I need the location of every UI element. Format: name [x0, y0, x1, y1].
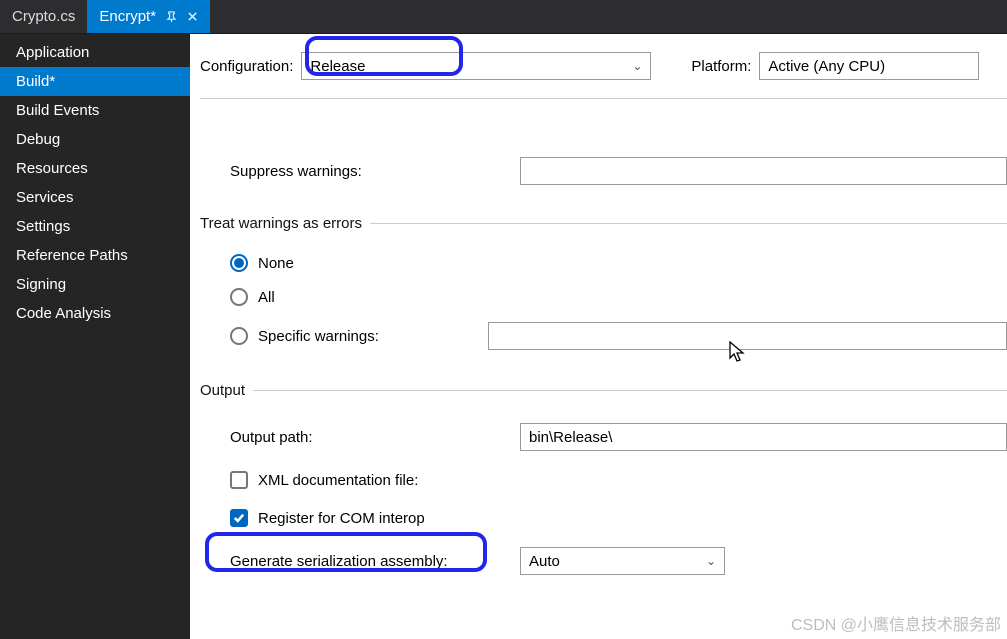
sidebar-item-label: Application — [16, 44, 89, 61]
sidebar-item-signing[interactable]: Signing — [0, 270, 190, 299]
com-interop-label: Register for COM interop — [258, 510, 425, 527]
serialization-label: Generate serialization assembly: — [230, 553, 520, 570]
config-platform-row: Configuration: Release ⌄ Platform: Activ… — [200, 52, 1007, 99]
configuration-label: Configuration: — [200, 58, 293, 75]
radio-row-none[interactable]: None — [230, 246, 1007, 280]
xml-doc-row[interactable]: XML documentation file: — [230, 457, 1007, 497]
output-group: Output — [200, 382, 1007, 399]
platform-value: Active (Any CPU) — [768, 58, 885, 75]
output-path-input[interactable] — [520, 423, 1007, 451]
group-title: Treat warnings as errors — [200, 215, 370, 232]
watermark-text: CSDN @小鹰信息技术服务部 — [791, 611, 1001, 635]
sidebar-item-label: Services — [16, 189, 74, 206]
sidebar-item-label: Code Analysis — [16, 305, 111, 322]
xml-doc-label: XML documentation file: — [258, 472, 418, 489]
tab-encrypt[interactable]: Encrypt* — [87, 0, 210, 33]
specific-warnings-input[interactable] — [488, 322, 1007, 350]
sidebar-item-label: Settings — [16, 218, 70, 235]
close-icon[interactable] — [187, 11, 198, 22]
suppress-warnings-input[interactable] — [520, 157, 1007, 185]
sidebar-item-build[interactable]: Build* — [0, 67, 190, 96]
chevron-down-icon: ⌄ — [706, 554, 716, 568]
platform-select[interactable]: Active (Any CPU) — [759, 52, 979, 80]
tab-label: Crypto.cs — [12, 8, 75, 25]
sidebar-item-build-events[interactable]: Build Events — [0, 96, 190, 125]
sidebar-item-services[interactable]: Services — [0, 183, 190, 212]
output-path-label: Output path: — [230, 429, 520, 446]
sidebar-item-resources[interactable]: Resources — [0, 154, 190, 183]
group-title: Output — [200, 382, 253, 399]
sidebar-item-label: Build Events — [16, 102, 99, 119]
group-divider — [253, 390, 1007, 391]
sidebar-item-label: Resources — [16, 160, 88, 177]
serialization-value: Auto — [529, 553, 560, 570]
tab-crypto-cs[interactable]: Crypto.cs — [0, 0, 87, 33]
property-page-sidebar: Application Build* Build Events Debug Re… — [0, 34, 190, 639]
suppress-warnings-label: Suppress warnings: — [230, 163, 520, 180]
sidebar-item-label: Build* — [16, 73, 55, 90]
radio-none[interactable] — [230, 254, 248, 272]
configuration-value: Release — [310, 58, 365, 75]
sidebar-item-code-analysis[interactable]: Code Analysis — [0, 299, 190, 328]
radio-row-all[interactable]: All — [230, 280, 1007, 314]
chevron-down-icon: ⌄ — [632, 59, 642, 73]
radio-label: Specific warnings: — [258, 328, 478, 345]
sidebar-item-label: Reference Paths — [16, 247, 128, 264]
radio-specific[interactable] — [230, 327, 248, 345]
suppress-warnings-row: Suppress warnings: — [230, 151, 1007, 191]
serialization-row: Generate serialization assembly: Auto ⌄ — [230, 535, 1007, 581]
build-settings-page: Configuration: Release ⌄ Platform: Activ… — [190, 34, 1007, 639]
sidebar-item-debug[interactable]: Debug — [0, 125, 190, 154]
configuration-select[interactable]: Release ⌄ — [301, 52, 651, 80]
radio-label: All — [258, 289, 275, 306]
group-divider — [370, 223, 1007, 224]
radio-all[interactable] — [230, 288, 248, 306]
serialization-select[interactable]: Auto ⌄ — [520, 547, 725, 575]
sidebar-item-reference-paths[interactable]: Reference Paths — [0, 241, 190, 270]
sidebar-item-label: Signing — [16, 276, 66, 293]
radio-row-specific[interactable]: Specific warnings: — [230, 314, 1007, 358]
com-interop-checkbox[interactable] — [230, 509, 248, 527]
sidebar-item-application[interactable]: Application — [0, 34, 190, 67]
radio-label: None — [258, 255, 294, 272]
pin-icon[interactable] — [166, 11, 177, 22]
com-interop-row[interactable]: Register for COM interop — [230, 497, 1007, 535]
output-path-row: Output path: — [230, 417, 1007, 457]
treat-warnings-group: Treat warnings as errors — [200, 215, 1007, 232]
platform-label: Platform: — [691, 58, 751, 75]
sidebar-item-label: Debug — [16, 131, 60, 148]
sidebar-item-settings[interactable]: Settings — [0, 212, 190, 241]
xml-doc-checkbox[interactable] — [230, 471, 248, 489]
document-tabwell: Crypto.cs Encrypt* — [0, 0, 1007, 34]
tab-label: Encrypt* — [99, 8, 156, 25]
